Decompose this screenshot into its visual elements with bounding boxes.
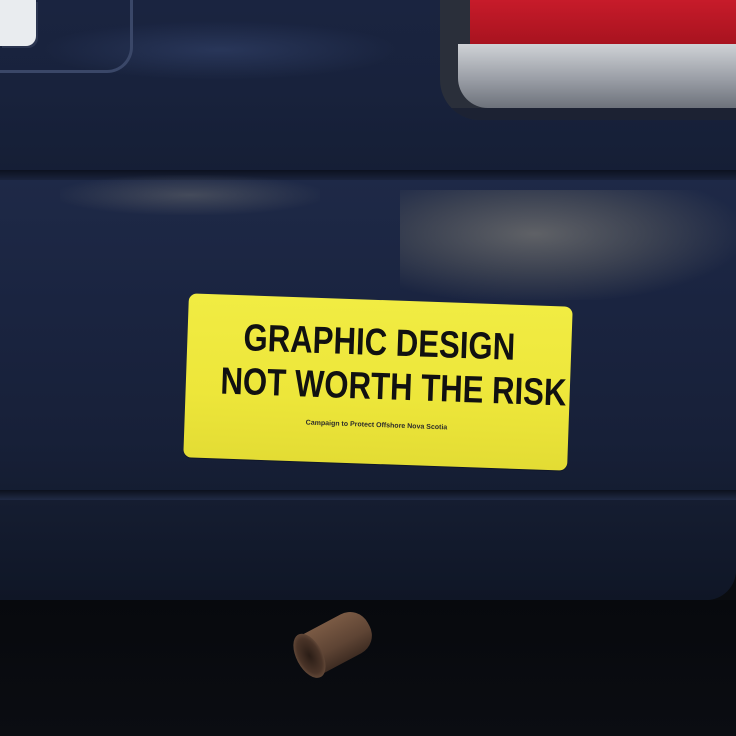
bumper-lower-section bbox=[0, 500, 736, 600]
photo-scene: GRAPHIC DESIGN NOT WORTH THE RISK Campai… bbox=[0, 0, 736, 736]
bumper-dirt-left bbox=[60, 175, 320, 215]
tail-light-seal bbox=[440, 108, 736, 120]
license-plate-corner bbox=[0, 0, 36, 46]
tail-light-clear-lens bbox=[458, 44, 736, 108]
bumper-sticker: GRAPHIC DESIGN NOT WORTH THE RISK Campai… bbox=[183, 293, 573, 471]
tail-light-red-lens bbox=[470, 0, 736, 44]
tail-light bbox=[440, 0, 736, 120]
bumper-dirt-right bbox=[400, 190, 736, 300]
sticker-credit: Campaign to Protect Offshore Nova Scotia bbox=[305, 419, 448, 432]
bumper-crease bbox=[0, 490, 736, 500]
